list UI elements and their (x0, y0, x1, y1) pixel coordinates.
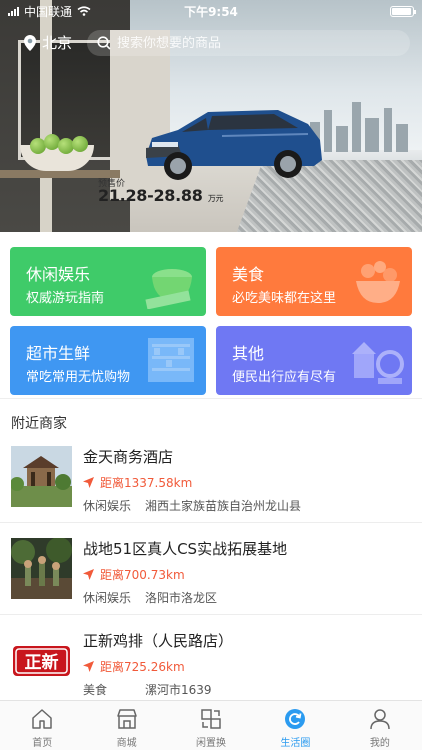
merchant-list-item[interactable]: 正新 正新鸡排（人民路店） 距离725.26km 美食 漯河市1639 (0, 615, 422, 707)
merchant-logo: 正新 (11, 630, 72, 691)
merchant-name: 金天商务酒店 (83, 448, 174, 466)
navigation-arrow-icon (83, 661, 94, 672)
tab-home[interactable]: 首页 (0, 701, 84, 750)
tea-cup-icon (145, 269, 192, 309)
location-pin-icon (24, 34, 36, 51)
price-value: 21.28-28.88 (98, 186, 203, 205)
tab-label: 闲置换 (196, 738, 227, 749)
tab-profile[interactable]: 我的 (338, 701, 422, 750)
merchant-list-item[interactable]: 金天商务酒店 距离1337.58km 休闲娱乐 湘西土家族苗族自治州龙山县 (0, 431, 422, 523)
merchant-category: 休闲娱乐 (83, 499, 132, 513)
merchant-name: 战地51区真人CS实战拓展基地 (83, 540, 288, 558)
status-bar: 中国联通 下午9:54 (0, 0, 422, 22)
category-title: 其他 (232, 344, 265, 363)
merchant-category: 休闲娱乐 (83, 591, 132, 605)
tab-exchange[interactable]: 闲置换 (169, 701, 253, 750)
category-subtitle: 权威游玩指南 (26, 291, 105, 306)
distance-text: 距离725.26km (100, 660, 185, 674)
search-icon (97, 36, 111, 50)
battery-icon (390, 6, 416, 17)
category-card-food[interactable]: 美食 必吃美味都在这里 (216, 247, 412, 316)
category-card-other[interactable]: 其他 便民出行应有尽有 (216, 326, 412, 395)
tab-label: 生活圈 (280, 738, 311, 749)
section-divider (0, 398, 422, 399)
tab-label: 我的 (369, 738, 390, 749)
search-bar[interactable] (87, 30, 410, 56)
merchant-distance: 距离1337.58km (83, 474, 192, 491)
store-icon (116, 709, 137, 729)
category-title: 美食 (232, 265, 265, 284)
city-name: 北京 (42, 34, 73, 52)
merchant-address: 漯河市1639 (145, 683, 212, 697)
merchant-address: 洛阳市洛龙区 (145, 591, 218, 605)
category-grid: 休闲娱乐 权威游玩指南 美食 必吃美味都在这里 超市生鲜 常吃常用无忧购物 其他… (0, 232, 422, 398)
food-bowl-icon (356, 261, 400, 303)
merchant-category: 美食 (83, 683, 108, 697)
city-selector[interactable]: 北京 (24, 32, 72, 53)
home-icon (32, 709, 52, 729)
search-input[interactable] (117, 35, 387, 51)
navigation-arrow-icon (83, 477, 94, 488)
merchant-thumbnail (11, 446, 72, 507)
distance-text: 距离700.73km (100, 568, 185, 582)
merchant-list-item[interactable]: 战地51区真人CS实战拓展基地 距离700.73km 休闲娱乐 洛阳市洛龙区 (0, 523, 422, 615)
price-range: 21.28-28.88 万元 (98, 186, 224, 205)
tab-label: 首页 (32, 738, 53, 749)
category-title: 休闲娱乐 (26, 265, 91, 284)
app-screen: 预售价 21.28-28.88 万元 中国联通 下午9:54 北京 搜索你想要的… (0, 0, 422, 750)
city-service-icon (352, 342, 404, 384)
nearby-section-title: 附近商家 (11, 416, 67, 432)
merchant-distance: 距离725.26km (83, 658, 185, 675)
user-icon (370, 709, 390, 730)
exchange-icon (201, 709, 221, 729)
tab-life-circle[interactable]: 生活圈 (253, 701, 337, 750)
clock: 下午9:54 (184, 4, 238, 19)
price-unit: 万元 (207, 194, 224, 203)
promo-banner[interactable]: 预售价 21.28-28.88 万元 中国联通 下午9:54 北京 搜索你想要的… (0, 0, 422, 232)
category-subtitle: 必吃美味都在这里 (232, 291, 337, 306)
fruit (72, 136, 88, 152)
merchant-name: 正新鸡排（人民路店） (83, 632, 234, 650)
distance-text: 距离1337.58km (100, 476, 193, 490)
merchant-thumbnail (11, 538, 72, 599)
shop-shelf-icon (148, 338, 194, 382)
svg-text:正新: 正新 (25, 652, 59, 673)
category-card-leisure[interactable]: 休闲娱乐 权威游玩指南 (10, 247, 206, 316)
life-circle-icon (285, 709, 306, 729)
merchant-address: 湘西土家族苗族自治州龙山县 (145, 499, 302, 513)
suv-car-image (146, 110, 322, 180)
category-subtitle: 便民出行应有尽有 (232, 370, 337, 385)
navigation-arrow-icon (83, 569, 94, 580)
category-subtitle: 常吃常用无忧购物 (26, 370, 131, 385)
category-title: 超市生鲜 (26, 344, 91, 363)
tab-label: 商城 (116, 738, 137, 749)
merchant-distance: 距离700.73km (83, 566, 185, 583)
category-card-supermarket[interactable]: 超市生鲜 常吃常用无忧购物 (10, 326, 206, 395)
bottom-tab-bar: 首页 商城 闲置换 生活圈 我的 (0, 700, 422, 750)
tab-store[interactable]: 商城 (84, 701, 168, 750)
